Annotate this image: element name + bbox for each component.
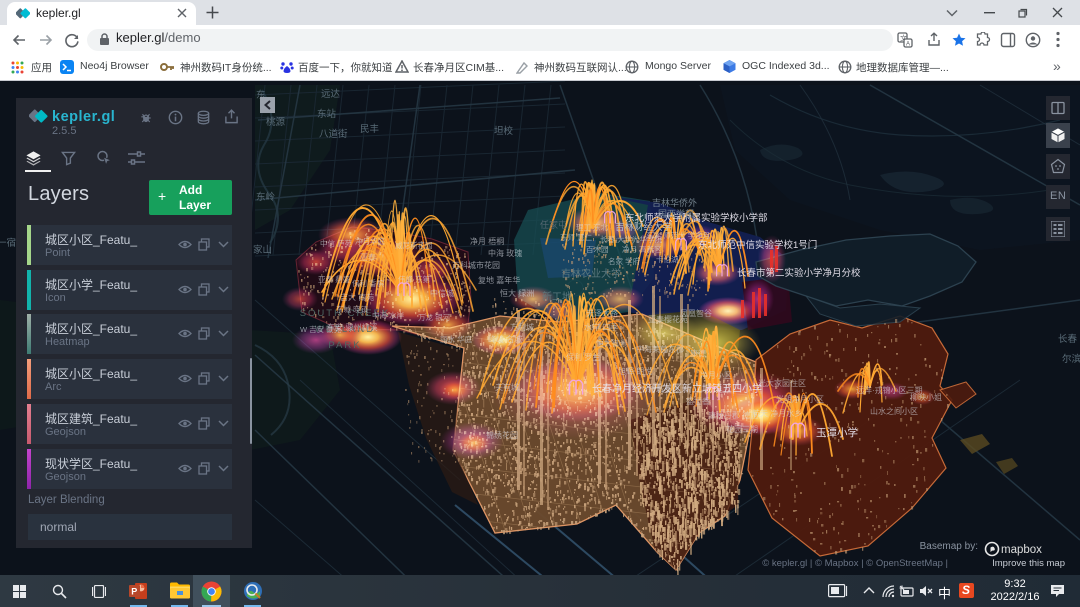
svg-text:东师 慧仁: 东师 慧仁 [560,232,593,242]
svg-text:尔滨: 尔滨 [1062,353,1080,365]
svg-text:中海 水岸: 中海 水岸 [372,310,405,320]
svg-text:亚泰: 亚泰 [360,252,376,262]
svg-text:中信城: 中信城 [430,288,454,298]
svg-text:国西学部: 国西学部 [658,208,694,219]
svg-text:水岸 四季: 水岸 四季 [584,322,618,332]
svg-text:百木园: 百木园 [586,244,609,254]
svg-text:理工 东北: 理工 东北 [576,222,609,232]
svg-text:民丰: 民丰 [360,123,379,135]
svg-text:花园三期: 花园三期 [726,424,758,434]
svg-text:航天 净月水乡: 航天 净月水乡 [752,408,802,418]
svg-text:吉大 南苑: 吉大 南苑 [340,292,374,302]
svg-text:东站: 东站 [317,108,337,120]
svg-text:康桥丹郡 德正: 康桥丹郡 德正 [708,410,758,420]
svg-text:净月华庭: 净月华庭 [355,236,385,246]
svg-text:© kepler.gl | © Mapbox | © Ope: © kepler.gl | © Mapbox | © OpenStreetMap… [762,558,948,569]
svg-text:恒大御景: 恒大御景 [596,338,628,348]
svg-text:威尼斯花园: 威尼斯花园 [395,240,433,250]
svg-text:八道街: 八道街 [319,128,348,140]
svg-text:净月小区: 净月小区 [700,370,732,380]
svg-text:净月 梧桐: 净月 梧桐 [470,236,504,246]
svg-text:卡伦湖: 卡伦湖 [656,254,679,264]
svg-text:天泽大路: 天泽大路 [586,308,618,318]
svg-text:Improve this map: Improve this map [992,558,1065,569]
svg-text:旭辉 朗悦: 旭辉 朗悦 [618,366,652,376]
svg-text:光大家园住区: 光大家园住区 [758,378,806,388]
svg-text:复地 嘉年华: 复地 嘉年华 [478,275,520,285]
svg-text:伟峰 东第: 伟峰 东第 [398,274,431,284]
svg-text:P: P [131,587,137,597]
svg-text:夫有城: 夫有城 [495,382,519,392]
svg-text:峰峻 名城: 峰峻 名城 [488,334,522,344]
svg-text:中海 玫瑰: 中海 玫瑰 [488,248,522,258]
svg-text:东北师范中信实验学校1号门: 东北师范中信实验学校1号门 [698,239,817,251]
svg-text:Basemap by:: Basemap by: [920,541,978,552]
svg-text:吉林华侨外: 吉林华侨外 [652,197,697,208]
svg-text:玉潭小学: 玉潭小学 [816,426,858,439]
svg-text:远达: 远达 [321,88,341,100]
svg-text:A: A [906,42,910,48]
svg-text:中信 庐苑: 中信 庐苑 [320,238,353,248]
svg-text:桃源: 桃源 [266,116,286,128]
svg-text:净月 高新区: 净月 高新区 [622,244,662,254]
svg-text:万科城市花园: 万科城市花园 [452,260,500,270]
svg-text:任家屯: 任家屯 [540,219,567,230]
svg-text:长春市第二实验小学净月分校: 长春市第二实验小学净月分校 [737,267,861,279]
svg-text:东城 晓镇: 东城 晓镇 [336,304,369,314]
svg-text:新城小区: 新城小区 [648,384,680,394]
svg-text:PARK: PARK [328,340,361,351]
svg-text:保利 罗兰: 保利 罗兰 [566,352,600,362]
svg-text:柳映小姐: 柳映小姐 [910,392,942,402]
svg-text:恒大 绿洲: 恒大 绿洲 [500,288,534,298]
svg-text:吉林农业大学: 吉林农业大学 [561,267,621,280]
svg-text:万利城: 万利城 [510,322,534,332]
svg-text:亚泰 鼎盛: 亚泰 鼎盛 [318,274,351,284]
svg-text:山水之间小区: 山水之间小区 [870,406,918,416]
svg-text:长春: 长春 [1058,333,1078,345]
svg-text:康德: 康德 [690,348,706,358]
svg-text:家山: 家山 [253,244,272,256]
svg-text:盛世香: 盛世香 [686,396,710,406]
svg-text:中海莱茵东郡: 中海莱茵东郡 [636,344,684,354]
svg-text:W 吉安 豪苑: W 吉安 豪苑 [300,324,342,334]
svg-text:光明净月小区: 光明净月小区 [776,394,824,404]
svg-text:丽水 华庭: 丽水 华庭 [440,334,473,344]
svg-text:名家 学府: 名家 学府 [608,256,641,266]
svg-text:新工地: 新工地 [542,290,572,303]
svg-text:mapbox: mapbox [1001,544,1042,556]
svg-text:锦绣花园: 锦绣花园 [486,430,518,440]
svg-text:亚泰樱花苑: 亚泰樱花苑 [648,314,688,324]
svg-text:东岭: 东岭 [256,191,276,203]
svg-text:长春 大学光华学院: 长春 大学光华学院 [600,234,663,244]
svg-text:万龙 银河: 万龙 银河 [418,312,451,322]
svg-text:保利 香槟: 保利 香槟 [352,278,385,288]
svg-text:坦校: 坦校 [494,125,514,137]
